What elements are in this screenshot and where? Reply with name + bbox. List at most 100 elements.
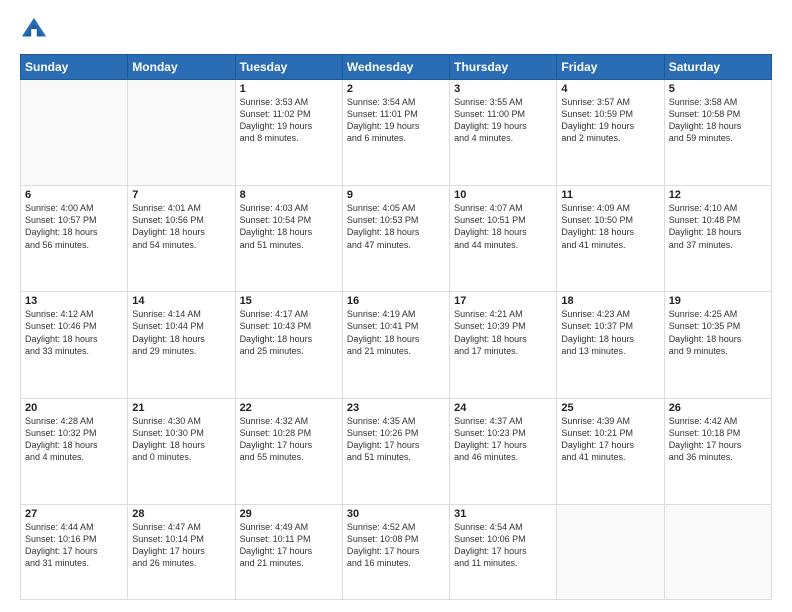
day-info: Sunrise: 4:21 AM Sunset: 10:39 PM Daylig…	[454, 308, 552, 357]
day-info: Sunrise: 4:54 AM Sunset: 10:06 PM Daylig…	[454, 521, 552, 570]
day-info: Sunrise: 4:05 AM Sunset: 10:53 PM Daylig…	[347, 202, 445, 251]
day-number: 25	[561, 402, 659, 414]
day-info: Sunrise: 4:12 AM Sunset: 10:46 PM Daylig…	[25, 308, 123, 357]
page: SundayMondayTuesdayWednesdayThursdayFrid…	[0, 0, 792, 612]
day-info: Sunrise: 4:39 AM Sunset: 10:21 PM Daylig…	[561, 415, 659, 464]
calendar-day-cell: 2Sunrise: 3:54 AM Sunset: 11:01 PM Dayli…	[342, 80, 449, 186]
day-info: Sunrise: 4:03 AM Sunset: 10:54 PM Daylig…	[240, 202, 338, 251]
day-number: 16	[347, 295, 445, 307]
calendar-day-cell: 12Sunrise: 4:10 AM Sunset: 10:48 PM Dayl…	[664, 186, 771, 292]
calendar-day-cell: 18Sunrise: 4:23 AM Sunset: 10:37 PM Dayl…	[557, 292, 664, 398]
calendar-day-cell: 6Sunrise: 4:00 AM Sunset: 10:57 PM Dayli…	[21, 186, 128, 292]
day-number: 21	[132, 402, 230, 414]
calendar-day-cell: 30Sunrise: 4:52 AM Sunset: 10:08 PM Dayl…	[342, 504, 449, 599]
calendar-day-cell: 14Sunrise: 4:14 AM Sunset: 10:44 PM Dayl…	[128, 292, 235, 398]
calendar-day-cell	[557, 504, 664, 599]
day-number: 9	[347, 189, 445, 201]
calendar-day-cell	[128, 80, 235, 186]
header	[20, 16, 772, 44]
day-number: 27	[25, 508, 123, 520]
day-number: 12	[669, 189, 767, 201]
calendar-day-cell: 29Sunrise: 4:49 AM Sunset: 10:11 PM Dayl…	[235, 504, 342, 599]
day-info: Sunrise: 4:23 AM Sunset: 10:37 PM Daylig…	[561, 308, 659, 357]
day-number: 7	[132, 189, 230, 201]
calendar-day-cell: 1Sunrise: 3:53 AM Sunset: 11:02 PM Dayli…	[235, 80, 342, 186]
calendar-day-cell: 11Sunrise: 4:09 AM Sunset: 10:50 PM Dayl…	[557, 186, 664, 292]
day-number: 18	[561, 295, 659, 307]
day-number: 24	[454, 402, 552, 414]
day-number: 10	[454, 189, 552, 201]
weekday-header-monday: Monday	[128, 55, 235, 80]
calendar-day-cell: 7Sunrise: 4:01 AM Sunset: 10:56 PM Dayli…	[128, 186, 235, 292]
day-number: 14	[132, 295, 230, 307]
day-info: Sunrise: 3:57 AM Sunset: 10:59 PM Daylig…	[561, 96, 659, 145]
day-number: 11	[561, 189, 659, 201]
day-info: Sunrise: 4:25 AM Sunset: 10:35 PM Daylig…	[669, 308, 767, 357]
calendar-week-row: 6Sunrise: 4:00 AM Sunset: 10:57 PM Dayli…	[21, 186, 772, 292]
day-info: Sunrise: 4:10 AM Sunset: 10:48 PM Daylig…	[669, 202, 767, 251]
calendar-day-cell: 20Sunrise: 4:28 AM Sunset: 10:32 PM Dayl…	[21, 398, 128, 504]
calendar-day-cell: 10Sunrise: 4:07 AM Sunset: 10:51 PM Dayl…	[450, 186, 557, 292]
day-info: Sunrise: 3:55 AM Sunset: 11:00 PM Daylig…	[454, 96, 552, 145]
day-number: 6	[25, 189, 123, 201]
calendar-day-cell: 31Sunrise: 4:54 AM Sunset: 10:06 PM Dayl…	[450, 504, 557, 599]
calendar-day-cell: 24Sunrise: 4:37 AM Sunset: 10:23 PM Dayl…	[450, 398, 557, 504]
day-info: Sunrise: 4:35 AM Sunset: 10:26 PM Daylig…	[347, 415, 445, 464]
logo-icon	[20, 16, 48, 44]
calendar-day-cell: 22Sunrise: 4:32 AM Sunset: 10:28 PM Dayl…	[235, 398, 342, 504]
day-number: 13	[25, 295, 123, 307]
calendar-week-row: 27Sunrise: 4:44 AM Sunset: 10:16 PM Dayl…	[21, 504, 772, 599]
day-info: Sunrise: 4:47 AM Sunset: 10:14 PM Daylig…	[132, 521, 230, 570]
calendar-week-row: 13Sunrise: 4:12 AM Sunset: 10:46 PM Dayl…	[21, 292, 772, 398]
day-info: Sunrise: 4:52 AM Sunset: 10:08 PM Daylig…	[347, 521, 445, 570]
day-info: Sunrise: 4:14 AM Sunset: 10:44 PM Daylig…	[132, 308, 230, 357]
calendar-week-row: 20Sunrise: 4:28 AM Sunset: 10:32 PM Dayl…	[21, 398, 772, 504]
day-info: Sunrise: 4:00 AM Sunset: 10:57 PM Daylig…	[25, 202, 123, 251]
day-number: 29	[240, 508, 338, 520]
logo	[20, 16, 52, 44]
weekday-header-sunday: Sunday	[21, 55, 128, 80]
calendar-day-cell: 25Sunrise: 4:39 AM Sunset: 10:21 PM Dayl…	[557, 398, 664, 504]
day-info: Sunrise: 4:19 AM Sunset: 10:41 PM Daylig…	[347, 308, 445, 357]
day-info: Sunrise: 4:30 AM Sunset: 10:30 PM Daylig…	[132, 415, 230, 464]
weekday-header-row: SundayMondayTuesdayWednesdayThursdayFrid…	[21, 55, 772, 80]
calendar-day-cell: 27Sunrise: 4:44 AM Sunset: 10:16 PM Dayl…	[21, 504, 128, 599]
calendar-day-cell	[21, 80, 128, 186]
day-info: Sunrise: 4:17 AM Sunset: 10:43 PM Daylig…	[240, 308, 338, 357]
day-info: Sunrise: 3:58 AM Sunset: 10:58 PM Daylig…	[669, 96, 767, 145]
day-number: 1	[240, 83, 338, 95]
calendar-day-cell: 17Sunrise: 4:21 AM Sunset: 10:39 PM Dayl…	[450, 292, 557, 398]
calendar-day-cell: 16Sunrise: 4:19 AM Sunset: 10:41 PM Dayl…	[342, 292, 449, 398]
day-number: 20	[25, 402, 123, 414]
calendar-day-cell: 26Sunrise: 4:42 AM Sunset: 10:18 PM Dayl…	[664, 398, 771, 504]
day-number: 4	[561, 83, 659, 95]
day-info: Sunrise: 4:28 AM Sunset: 10:32 PM Daylig…	[25, 415, 123, 464]
calendar-day-cell: 21Sunrise: 4:30 AM Sunset: 10:30 PM Dayl…	[128, 398, 235, 504]
day-number: 2	[347, 83, 445, 95]
day-info: Sunrise: 4:49 AM Sunset: 10:11 PM Daylig…	[240, 521, 338, 570]
calendar-day-cell: 8Sunrise: 4:03 AM Sunset: 10:54 PM Dayli…	[235, 186, 342, 292]
day-info: Sunrise: 4:44 AM Sunset: 10:16 PM Daylig…	[25, 521, 123, 570]
calendar-day-cell: 9Sunrise: 4:05 AM Sunset: 10:53 PM Dayli…	[342, 186, 449, 292]
day-info: Sunrise: 3:53 AM Sunset: 11:02 PM Daylig…	[240, 96, 338, 145]
weekday-header-saturday: Saturday	[664, 55, 771, 80]
day-info: Sunrise: 4:01 AM Sunset: 10:56 PM Daylig…	[132, 202, 230, 251]
calendar-day-cell: 23Sunrise: 4:35 AM Sunset: 10:26 PM Dayl…	[342, 398, 449, 504]
calendar-day-cell: 15Sunrise: 4:17 AM Sunset: 10:43 PM Dayl…	[235, 292, 342, 398]
day-number: 3	[454, 83, 552, 95]
calendar-day-cell: 3Sunrise: 3:55 AM Sunset: 11:00 PM Dayli…	[450, 80, 557, 186]
day-info: Sunrise: 4:37 AM Sunset: 10:23 PM Daylig…	[454, 415, 552, 464]
day-number: 26	[669, 402, 767, 414]
calendar-table: SundayMondayTuesdayWednesdayThursdayFrid…	[20, 54, 772, 600]
day-number: 31	[454, 508, 552, 520]
day-number: 15	[240, 295, 338, 307]
calendar-day-cell	[664, 504, 771, 599]
weekday-header-thursday: Thursday	[450, 55, 557, 80]
day-number: 8	[240, 189, 338, 201]
day-number: 17	[454, 295, 552, 307]
day-info: Sunrise: 4:42 AM Sunset: 10:18 PM Daylig…	[669, 415, 767, 464]
calendar-day-cell: 13Sunrise: 4:12 AM Sunset: 10:46 PM Dayl…	[21, 292, 128, 398]
day-number: 5	[669, 83, 767, 95]
day-info: Sunrise: 3:54 AM Sunset: 11:01 PM Daylig…	[347, 96, 445, 145]
calendar-day-cell: 28Sunrise: 4:47 AM Sunset: 10:14 PM Dayl…	[128, 504, 235, 599]
